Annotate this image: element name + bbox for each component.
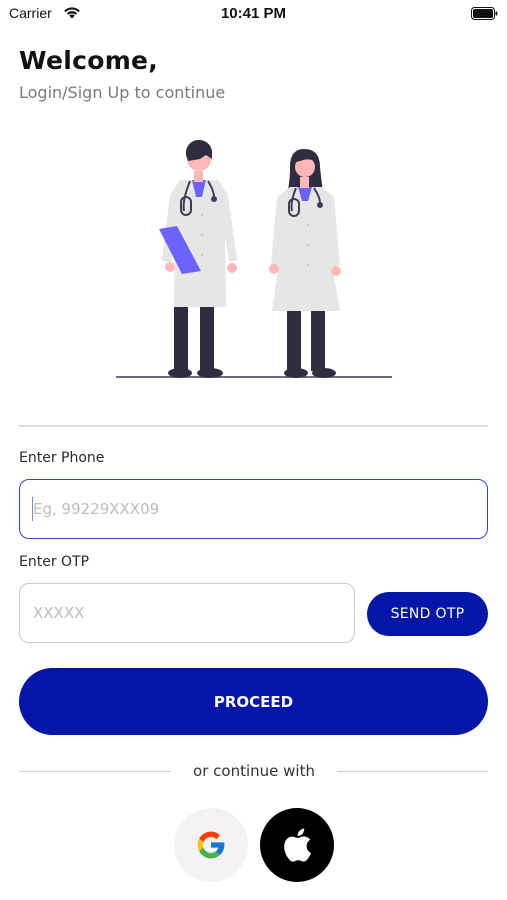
male-doctor-figure [159, 139, 237, 378]
proceed-button[interactable]: PROCEED [19, 668, 488, 735]
section-divider [19, 425, 488, 427]
phone-input[interactable] [19, 479, 488, 539]
otp-label: Enter OTP [19, 554, 90, 570]
or-divider-left [19, 771, 171, 772]
or-divider-right [337, 771, 488, 772]
apple-login-button[interactable] [260, 808, 334, 882]
apple-icon [284, 828, 311, 862]
or-continue-label: or continue with [193, 762, 315, 780]
status-bar: Carrier 10:41 PM [0, 0, 507, 28]
status-time: 10:41 PM [220, 5, 287, 22]
otp-input[interactable] [19, 583, 355, 643]
text-caret [32, 497, 33, 521]
phone-label: Enter Phone [19, 450, 105, 466]
battery-icon [471, 7, 498, 20]
page-title: Welcome, [19, 46, 159, 75]
google-login-button[interactable] [174, 808, 248, 882]
send-otp-button[interactable]: SEND OTP [367, 592, 488, 636]
female-doctor-figure [269, 149, 341, 378]
google-icon [197, 831, 225, 859]
page-subtitle: Login/Sign Up to continue [19, 83, 226, 102]
doctors-illustration [116, 139, 392, 378]
